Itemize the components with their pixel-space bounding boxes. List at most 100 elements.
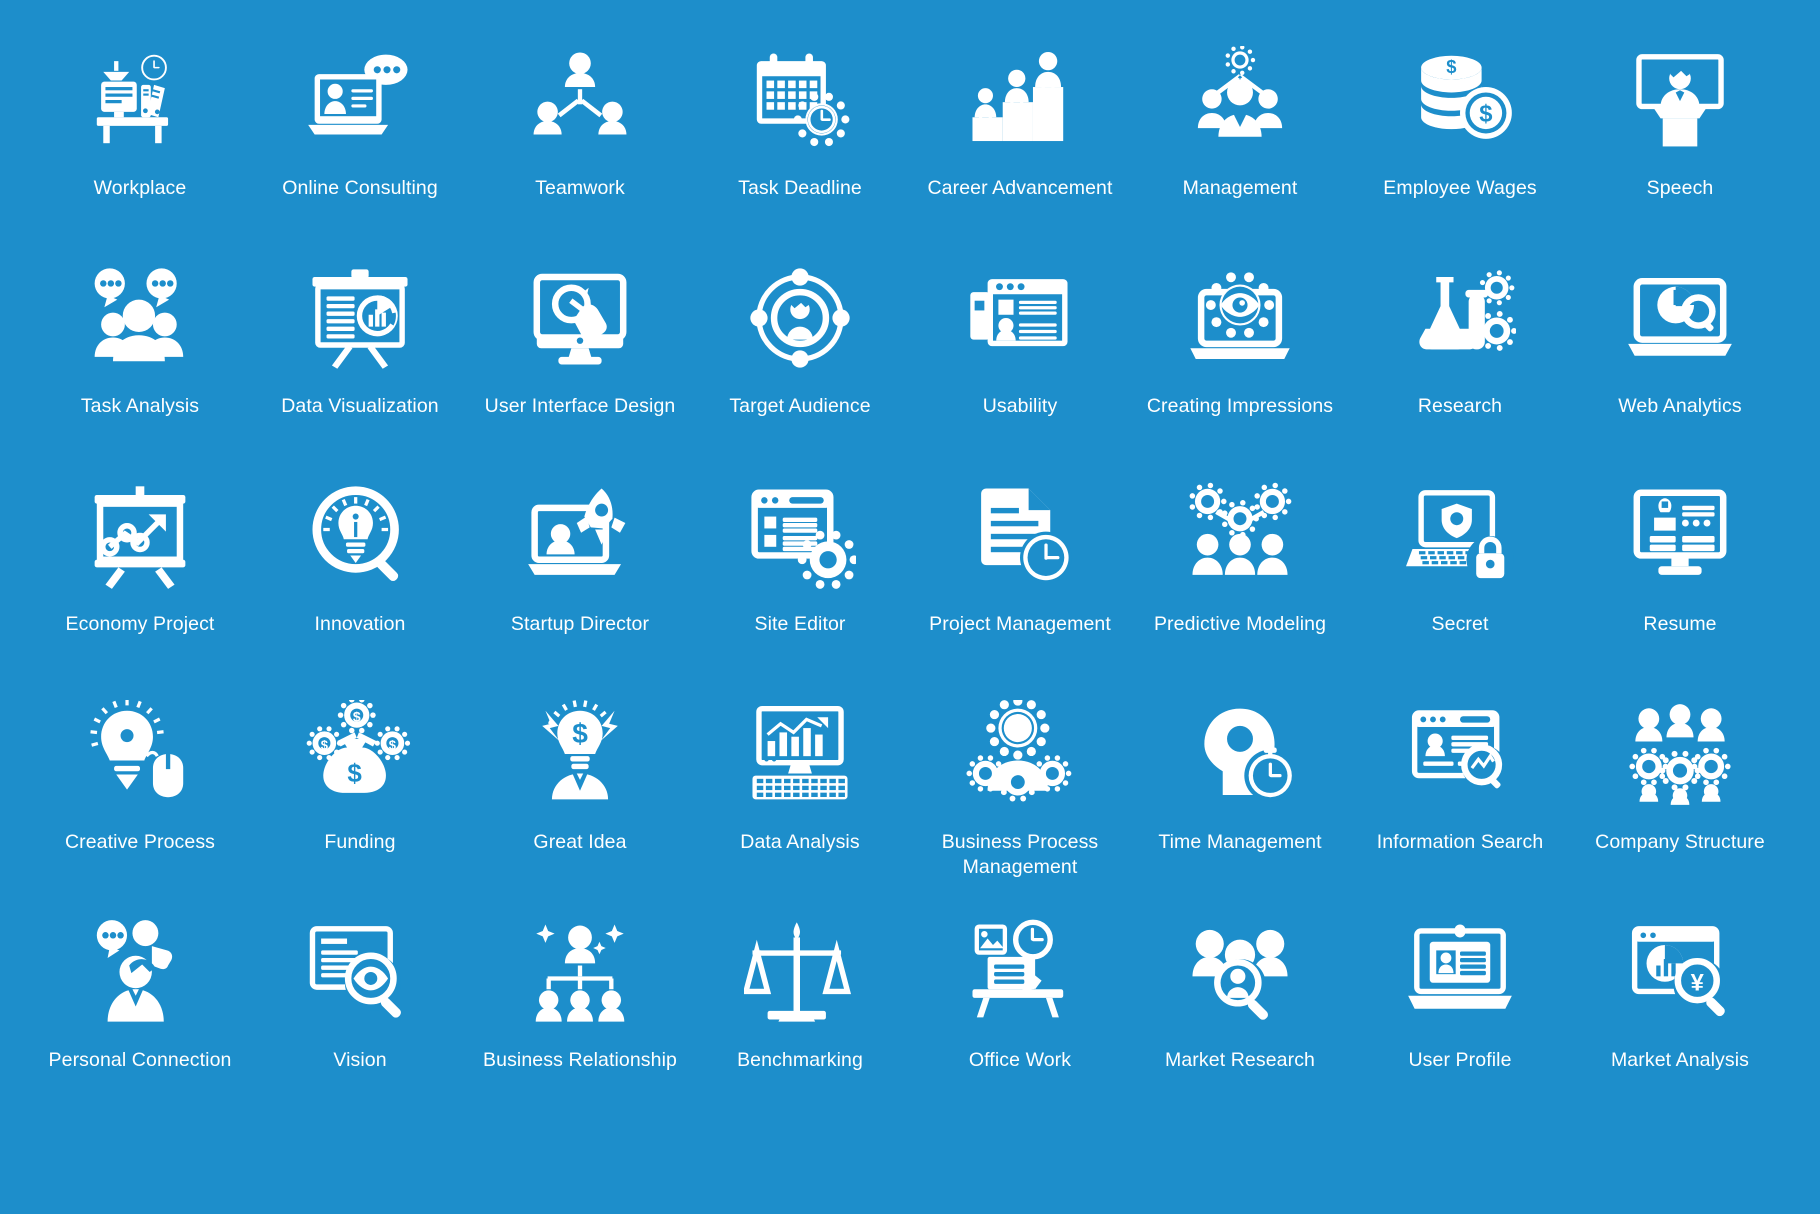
icon-cell-secret[interactable]: Secret — [1350, 476, 1570, 694]
icon-cell-user-interface-design[interactable]: User Interface Design — [470, 258, 690, 476]
icon-cell-information-search[interactable]: Information Search — [1350, 694, 1570, 912]
icon-label-creating-impressions: Creating Impressions — [1146, 395, 1334, 417]
svg-text:$: $ — [389, 738, 397, 753]
icon-label-task-deadline: Task Deadline — [738, 177, 862, 199]
icon-cell-predictive-modeling[interactable]: Predictive Modeling — [1130, 476, 1350, 694]
team-gear-network-icon — [1184, 40, 1296, 160]
desk-lamp-computer-clock-icon — [84, 40, 196, 160]
icon-label-information-search: Information Search — [1376, 831, 1544, 853]
three-people-hierarchy-icon — [524, 40, 636, 160]
icon-label-data-visualization: Data Visualization — [281, 395, 439, 417]
money-bag-coin-plant-icon: $ $ $ $ — [304, 694, 416, 814]
flask-test-tube-gears-icon — [1404, 258, 1516, 378]
icon-label-vision: Vision — [333, 1049, 387, 1071]
icon-cell-site-editor[interactable]: Site Editor — [690, 476, 910, 694]
board-line-graph-arrow-icon — [84, 476, 196, 596]
monitor-cursor-click-icon — [524, 258, 636, 378]
board-eye-magnifier-icon — [304, 912, 416, 1032]
desk-document-clock-photo-icon — [964, 912, 1076, 1032]
icon-label-funding: Funding — [324, 831, 396, 853]
icon-label-target-audience: Target Audience — [729, 395, 871, 417]
presentation-board-chart-icon — [304, 258, 416, 378]
icon-label-project-management: Project Management — [929, 613, 1111, 635]
laptop-pie-chart-magnifier-icon — [1624, 258, 1736, 378]
svg-text:$: $ — [347, 760, 362, 788]
icon-cell-data-visualization[interactable]: Data Visualization — [250, 258, 470, 476]
browser-window-gear-icon — [744, 476, 856, 596]
person-gears-icon — [964, 694, 1076, 814]
svg-text:$: $ — [572, 718, 588, 749]
icon-cell-teamwork[interactable]: Teamwork — [470, 40, 690, 258]
icon-cell-online-consulting[interactable]: Online Consulting — [250, 40, 470, 258]
icon-label-personal-connection: Personal Connection — [48, 1049, 232, 1071]
icon-label-office-work: Office Work — [968, 1049, 1072, 1071]
icon-cell-great-idea[interactable]: $ Great Idea — [470, 694, 690, 912]
icon-label-time-management: Time Management — [1158, 831, 1322, 853]
icon-cell-workplace[interactable]: Workplace — [30, 40, 250, 258]
icon-cell-usability[interactable]: Usability — [910, 258, 1130, 476]
icon-label-business-relationship: Business Relationship — [483, 1049, 677, 1071]
icon-cell-time-management[interactable]: Time Management — [1130, 694, 1350, 912]
icon-cell-task-analysis[interactable]: Task Analysis — [30, 258, 250, 476]
browser-chart-yen-magnifier-icon: ¥ — [1624, 912, 1736, 1032]
browser-windows-profile-icon — [964, 258, 1076, 378]
icon-label-speech: Speech — [1646, 177, 1714, 199]
icon-label-data-analysis: Data Analysis — [740, 831, 860, 853]
icon-cell-creative-process[interactable]: Creative Process — [30, 694, 250, 912]
icon-label-business-process-management: Business Process Management — [941, 831, 1099, 878]
icon-cell-market-research[interactable]: Market Research — [1130, 912, 1350, 1130]
icon-cell-management[interactable]: Management — [1130, 40, 1350, 258]
laptop-user-chat-bubble-icon — [304, 40, 416, 160]
icon-cell-user-profile[interactable]: User Profile — [1350, 912, 1570, 1130]
icon-label-task-analysis: Task Analysis — [80, 395, 200, 417]
icon-cell-innovation[interactable]: Innovation — [250, 476, 470, 694]
icon-cell-project-management[interactable]: Project Management — [910, 476, 1130, 694]
icon-cell-creating-impressions[interactable]: Creating Impressions — [1130, 258, 1350, 476]
icon-cell-company-structure[interactable]: Company Structure — [1570, 694, 1790, 912]
svg-text:$: $ — [1479, 101, 1492, 128]
icon-cell-speech[interactable]: Speech — [1570, 40, 1790, 258]
laptop-eye-gear-icon — [1184, 258, 1296, 378]
icon-cell-resume[interactable]: Resume — [1570, 476, 1790, 694]
icon-cell-career-advancement[interactable]: Career Advancement — [910, 40, 1130, 258]
icon-cell-vision[interactable]: Vision — [250, 912, 470, 1130]
icon-label-innovation: Innovation — [314, 613, 406, 635]
icon-cell-research[interactable]: Research — [1350, 258, 1570, 476]
icon-label-management: Management — [1182, 177, 1298, 199]
businessman-lightbulb-dollar-icon: $ — [524, 694, 636, 814]
icon-cell-startup-director[interactable]: Startup Director — [470, 476, 690, 694]
icon-label-startup-director: Startup Director — [510, 613, 650, 635]
laptop-id-card-icon — [1404, 912, 1516, 1032]
icon-label-company-structure: Company Structure — [1595, 831, 1765, 853]
icon-cell-funding[interactable]: $ $ $ $ Funding — [250, 694, 470, 912]
balance-scale-icon — [744, 912, 856, 1032]
icon-cell-task-deadline[interactable]: Task Deadline — [690, 40, 910, 258]
icon-label-market-research: Market Research — [1165, 1049, 1315, 1071]
icon-label-web-analytics: Web Analytics — [1618, 395, 1742, 417]
icon-cell-market-analysis[interactable]: ¥ Market Analysis — [1570, 912, 1790, 1130]
icon-label-usability: Usability — [982, 395, 1058, 417]
browser-profile-magnifier-icon — [1404, 694, 1516, 814]
icon-cell-employee-wages[interactable]: $ $ Employee Wages — [1350, 40, 1570, 258]
icon-cell-office-work[interactable]: Office Work — [910, 912, 1130, 1130]
user-in-target-circle-icon — [744, 258, 856, 378]
icon-label-predictive-modeling: Predictive Modeling — [1153, 613, 1327, 635]
svg-text:¥: ¥ — [1691, 969, 1705, 996]
calendar-gear-clock-icon — [744, 40, 856, 160]
icon-label-site-editor: Site Editor — [754, 613, 846, 635]
icon-label-market-analysis: Market Analysis — [1610, 1049, 1750, 1071]
icon-cell-benchmarking[interactable]: Benchmarking — [690, 912, 910, 1130]
icon-label-economy-project: Economy Project — [65, 613, 215, 635]
icon-label-career-advancement: Career Advancement — [927, 177, 1113, 199]
icon-cell-data-analysis[interactable]: Data Analysis — [690, 694, 910, 912]
monitor-chart-keyboard-icon — [744, 694, 856, 814]
gears-people-network-icon — [1184, 476, 1296, 596]
people-on-steps-icon — [964, 40, 1076, 160]
icon-cell-web-analytics[interactable]: Web Analytics — [1570, 258, 1790, 476]
icon-cell-business-process-management[interactable]: Business Process Management — [910, 694, 1130, 912]
coin-stack-dollar-icon: $ $ — [1404, 40, 1516, 160]
icon-cell-target-audience[interactable]: Target Audience — [690, 258, 910, 476]
icon-cell-business-relationship[interactable]: Business Relationship — [470, 912, 690, 1130]
icon-cell-economy-project[interactable]: Economy Project — [30, 476, 250, 694]
icon-cell-personal-connection[interactable]: Personal Connection — [30, 912, 250, 1130]
